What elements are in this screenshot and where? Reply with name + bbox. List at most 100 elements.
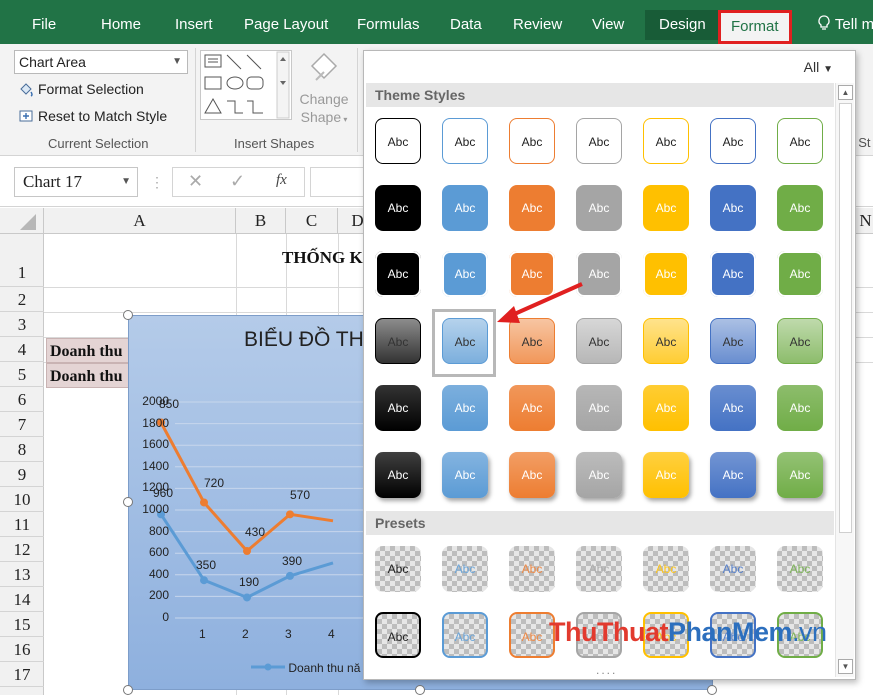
column-header-n[interactable]: N — [856, 208, 873, 234]
row-header[interactable]: 6 — [0, 387, 44, 412]
shape-style-swatch[interactable]: Abc — [375, 118, 421, 164]
row-header[interactable]: 15 — [0, 612, 44, 637]
shape-style-swatch[interactable]: Abc — [509, 318, 555, 364]
shape-style-swatch[interactable]: Abc — [710, 452, 756, 498]
resize-handle[interactable] — [707, 685, 717, 695]
shape-style-swatch[interactable]: Abc — [710, 251, 756, 297]
row-header[interactable]: 3 — [0, 312, 44, 337]
change-shape-button[interactable]: Change Shape ▾ — [298, 50, 350, 132]
shapes-gallery[interactable] — [200, 50, 292, 120]
shape-style-swatch[interactable]: Abc — [576, 251, 622, 297]
resize-handle[interactable] — [123, 685, 133, 695]
shape-style-swatch[interactable]: Abc — [710, 185, 756, 231]
shape-style-swatch[interactable]: Abc — [576, 452, 622, 498]
shape-style-swatch[interactable]: Abc — [576, 318, 622, 364]
row-header[interactable]: 5 — [0, 362, 44, 387]
shape-style-swatch[interactable]: Abc — [375, 385, 421, 431]
row-header[interactable]: 11 — [0, 512, 44, 537]
shape-style-swatch[interactable]: Abc — [375, 452, 421, 498]
row-header[interactable]: 10 — [0, 487, 44, 512]
row-header[interactable]: 9 — [0, 462, 44, 487]
row-header[interactable]: 7 — [0, 412, 44, 437]
shape-style-swatch[interactable]: Abc — [442, 118, 488, 164]
column-header-b[interactable]: B — [236, 208, 286, 234]
shape-style-swatch[interactable]: Abc — [442, 185, 488, 231]
shape-style-swatch[interactable]: Abc — [509, 118, 555, 164]
shape-style-swatch[interactable]: Abc — [375, 318, 421, 364]
name-box[interactable]: Chart 17 ▼ — [14, 167, 138, 197]
shape-style-swatch[interactable]: Abc — [576, 118, 622, 164]
shape-style-swatch[interactable]: Abc — [643, 251, 689, 297]
tab-data[interactable]: Data — [450, 10, 482, 40]
data-point[interactable] — [200, 498, 208, 507]
preset-style-swatch[interactable]: Abc — [777, 546, 823, 592]
preset-style-swatch[interactable]: Abc — [643, 546, 689, 592]
chart-element-dropdown[interactable]: Chart Area ▼ — [14, 50, 188, 74]
row-header[interactable]: 1 — [0, 234, 44, 287]
shape-style-swatch[interactable]: Abc — [442, 385, 488, 431]
enter-icon[interactable]: ✓ — [230, 171, 245, 192]
tab-page-layout[interactable]: Page Layout — [244, 10, 328, 40]
tab-file[interactable]: File — [32, 10, 56, 40]
tab-design[interactable]: Design — [645, 10, 720, 40]
preset-style-swatch[interactable]: Abc — [442, 546, 488, 592]
column-header-c[interactable]: C — [286, 208, 338, 234]
shape-style-swatch[interactable]: Abc — [643, 385, 689, 431]
shape-style-swatch[interactable]: Abc — [777, 185, 823, 231]
tab-format[interactable]: Format — [718, 10, 792, 44]
shape-style-swatch[interactable]: Abc — [375, 185, 421, 231]
shape-style-swatch[interactable]: Abc — [777, 385, 823, 431]
shape-style-swatch[interactable]: Abc — [576, 385, 622, 431]
row-header[interactable]: 16 — [0, 637, 44, 662]
tab-review[interactable]: Review — [513, 10, 562, 40]
cancel-icon[interactable]: ✕ — [188, 171, 203, 192]
reset-style-button[interactable]: Reset to Match Style — [18, 105, 167, 127]
tell-me-search[interactable]: Tell m — [817, 10, 873, 40]
shape-style-swatch[interactable]: Abc — [576, 185, 622, 231]
shape-style-swatch[interactable]: Abc — [509, 185, 555, 231]
gallery-filter-dropdown[interactable]: All ▼ — [804, 59, 833, 75]
tab-home[interactable]: Home — [101, 10, 141, 40]
format-selection-button[interactable]: Format Selection — [18, 78, 144, 100]
preset-style-swatch[interactable]: Abc — [710, 546, 756, 592]
row-header[interactable]: 2 — [0, 287, 44, 312]
shape-style-swatch[interactable]: Abc — [509, 385, 555, 431]
formula-input[interactable] — [310, 167, 370, 197]
tab-view[interactable]: View — [592, 10, 624, 40]
insert-function-button[interactable]: fx — [276, 172, 287, 189]
preset-style-swatch[interactable]: Abc — [576, 546, 622, 592]
column-header-a[interactable]: A — [44, 208, 236, 234]
shape-style-swatch[interactable]: Abc — [643, 318, 689, 364]
scroll-up-button[interactable]: ▲ — [838, 85, 853, 100]
data-point[interactable] — [286, 510, 294, 519]
row-header[interactable]: 12 — [0, 537, 44, 562]
gallery-scrollbar[interactable]: ▲ ▼ — [835, 83, 854, 677]
shape-styles-gallery[interactable]: All ▼ Theme Styles Abc Abc Abc Abc Abc Abc Abc… — [363, 50, 856, 680]
shape-style-swatch[interactable]: Abc — [442, 452, 488, 498]
chart-legend[interactable]: Doanh thu nă — [251, 661, 360, 675]
data-point[interactable] — [243, 593, 251, 602]
data-point[interactable] — [286, 571, 294, 580]
row-header[interactable]: 14 — [0, 587, 44, 612]
shape-style-swatch[interactable]: Abc — [509, 251, 555, 297]
scrollbar-thumb[interactable] — [839, 103, 852, 533]
row-header[interactable]: 4 — [0, 337, 44, 362]
row-header[interactable]: 17 — [0, 662, 44, 687]
tab-formulas[interactable]: Formulas — [357, 10, 420, 40]
preset-style-swatch[interactable]: Abc — [375, 612, 421, 658]
preset-style-swatch[interactable]: Abc — [442, 612, 488, 658]
shape-style-swatch[interactable]: Abc — [777, 318, 823, 364]
shape-style-swatch[interactable]: Abc — [710, 118, 756, 164]
cell-row5-label[interactable]: Doanh thu — [46, 363, 130, 388]
tab-insert[interactable]: Insert — [175, 10, 213, 40]
shape-style-swatch[interactable]: Abc — [643, 185, 689, 231]
shape-style-swatch[interactable]: Abc — [710, 385, 756, 431]
data-point[interactable] — [243, 547, 251, 556]
row-header[interactable]: 13 — [0, 562, 44, 587]
data-point[interactable] — [200, 576, 208, 585]
preset-style-swatch[interactable]: Abc — [509, 546, 555, 592]
select-all-corner[interactable] — [0, 208, 44, 234]
shape-style-swatch[interactable]: Abc — [777, 452, 823, 498]
shape-style-swatch[interactable]: Abc — [509, 452, 555, 498]
preset-style-swatch[interactable]: Abc — [375, 546, 421, 592]
